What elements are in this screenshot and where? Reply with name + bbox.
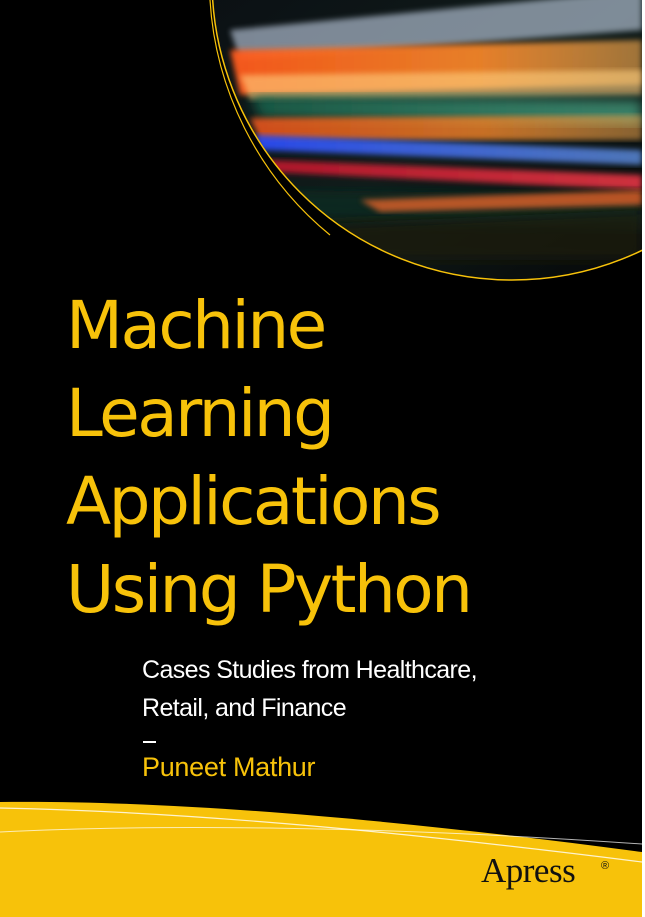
subtitle-line-2: Retail, and Finance bbox=[142, 694, 347, 722]
book-subtitle: Cases Studies from Healthcare, Retail, a… bbox=[142, 651, 478, 727]
title-line-1: Machine bbox=[66, 287, 327, 364]
title-line-3: Applications bbox=[66, 463, 442, 540]
registered-mark: ® bbox=[601, 860, 610, 872]
yellow-wave-band bbox=[0, 801, 642, 917]
title-line-2: Learning bbox=[66, 375, 335, 452]
publisher-logo: Apress bbox=[481, 851, 576, 890]
subtitle-line-1: Cases Studies from Healthcare, bbox=[142, 656, 478, 684]
book-title: Machine Learning Applications Using Pyth… bbox=[66, 282, 473, 634]
separator-dash bbox=[143, 741, 156, 743]
light-trails-image bbox=[209, 0, 642, 281]
book-cover: Machine Learning Applications Using Pyth… bbox=[0, 0, 642, 917]
title-line-4: Using Python bbox=[66, 551, 473, 628]
